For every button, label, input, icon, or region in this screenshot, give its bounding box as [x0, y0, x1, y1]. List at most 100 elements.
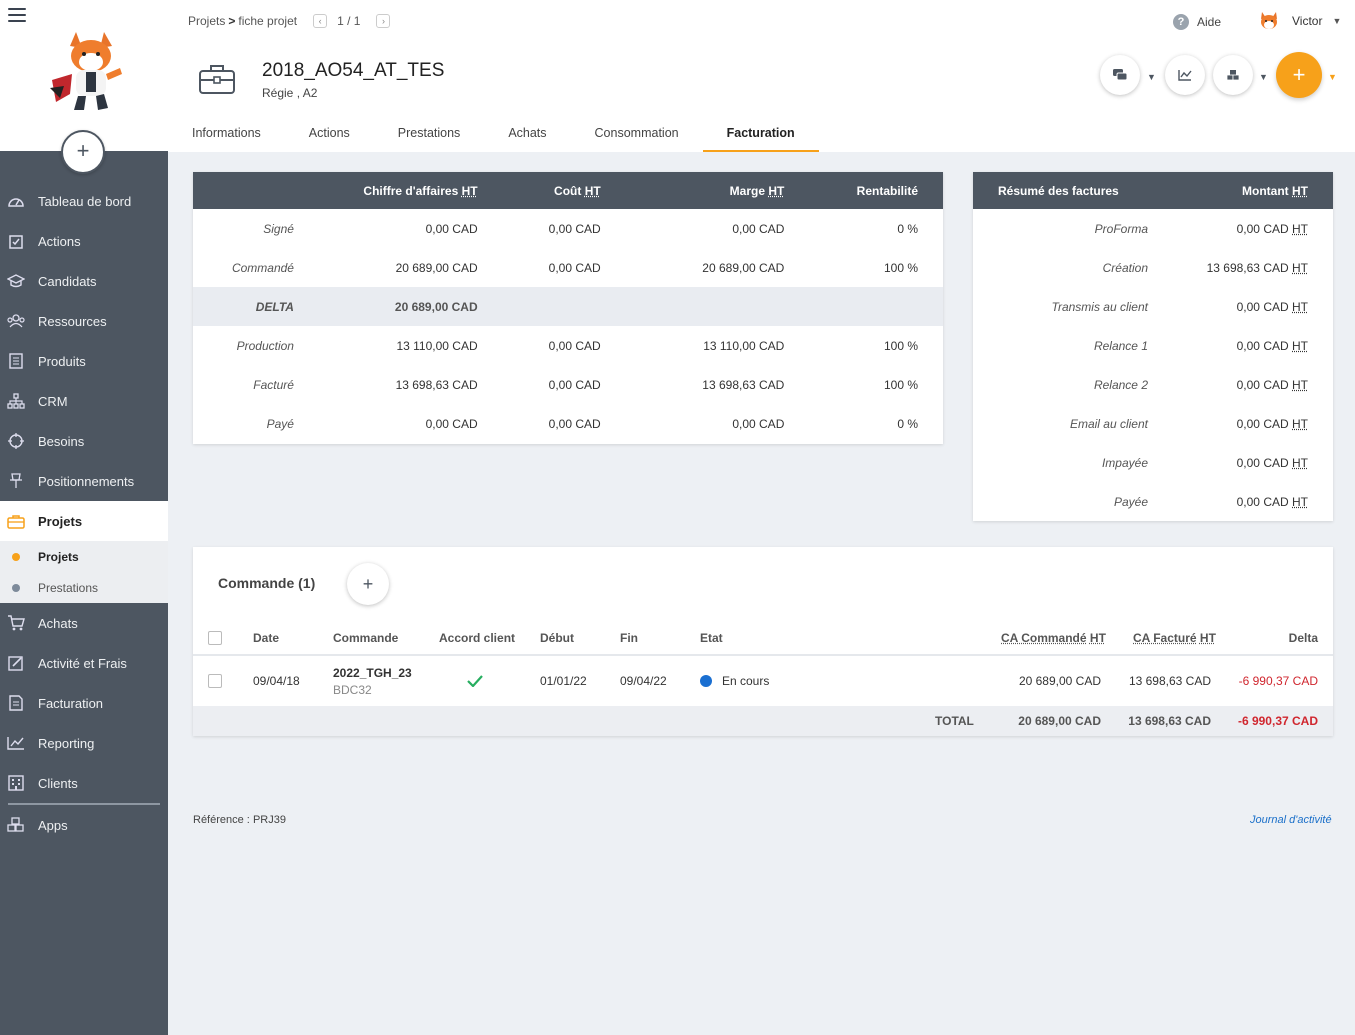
positioning-icon	[6, 472, 26, 490]
clients-icon	[6, 774, 26, 792]
invoice-summary-table: Résumé des factures Montant HT ProForma 0…	[973, 172, 1333, 521]
tab-consommation[interactable]: Consommation	[571, 118, 703, 152]
sidebar-item-activite-et-frais[interactable]: Activité et Frais	[0, 643, 168, 683]
sidebar-subitem-label: Projets	[38, 549, 79, 564]
sidebar-item-label: Candidats	[38, 273, 97, 289]
cart-icon	[6, 614, 26, 632]
sidebar-header	[0, 0, 168, 151]
needs-icon	[6, 432, 26, 450]
add-order-button[interactable]: +	[347, 563, 389, 605]
tab-achats[interactable]: Achats	[484, 118, 570, 152]
cell-ca: 13 110,00 CAD	[396, 338, 478, 353]
amount-ht: HT	[1292, 260, 1308, 275]
header-debut[interactable]: Début	[540, 622, 574, 654]
apps-button[interactable]	[1213, 55, 1253, 95]
header-delta[interactable]: Delta	[1289, 622, 1318, 654]
sidebar-item-produits[interactable]: Produits	[0, 341, 168, 381]
sidebar-add-button[interactable]: +	[61, 130, 105, 174]
sidebar-subitem-prestations[interactable]: Prestations	[0, 572, 168, 603]
sidebar-item-tableau-de-bord[interactable]: Tableau de bord	[0, 181, 168, 221]
cell-marge: 13 698,63 CAD	[702, 377, 785, 392]
breadcrumb-parent-link[interactable]: Projets	[188, 14, 225, 28]
sidebar-item-besoins[interactable]: Besoins	[0, 421, 168, 461]
page-count: 1 / 1	[337, 14, 361, 28]
checkmark-icon	[467, 656, 483, 706]
next-page-button[interactable]: ›	[376, 14, 391, 28]
reporting-button[interactable]	[1165, 55, 1205, 95]
header-ca-facture[interactable]: CA Facturé HT	[1133, 622, 1216, 654]
chevron-down-icon[interactable]: ▼	[1147, 72, 1156, 82]
header-montant: Montant HT	[1173, 184, 1333, 198]
amount-ht: HT	[1292, 416, 1308, 431]
cell-cout: 0,00 CAD	[548, 221, 601, 236]
sidebar-item-facturation[interactable]: Facturation	[0, 683, 168, 723]
sidebar-item-achats[interactable]: Achats	[0, 603, 168, 643]
amount-ht: HT	[1292, 299, 1308, 314]
tab-actions[interactable]: Actions	[285, 118, 374, 152]
sidebar-item-crm[interactable]: CRM	[0, 381, 168, 421]
header-fin[interactable]: Fin	[620, 622, 638, 654]
row-checkbox[interactable]	[208, 656, 222, 706]
help-link[interactable]: ? Aide	[1173, 14, 1221, 30]
tab-facturation[interactable]: Facturation	[702, 118, 819, 152]
dashboard-icon	[6, 192, 26, 210]
table-row: Payé 0,00 CAD 0,00 CAD 0,00 CAD 0 %	[193, 404, 943, 443]
tab-prestations[interactable]: Prestations	[374, 118, 485, 152]
sidebar-nav: Tableau de bord Actions Candidats Ressou…	[0, 181, 168, 845]
sidebar-item-clients[interactable]: Clients	[0, 763, 168, 803]
cell-commande[interactable]: 2022_TGH_23 BDC32	[333, 656, 412, 706]
sidebar-item-label: Apps	[38, 817, 68, 833]
sidebar-item-projets[interactable]: Projets	[0, 501, 168, 541]
cell-marge: 13 110,00 CAD	[703, 338, 785, 353]
project-code: A2	[302, 86, 318, 100]
chevron-down-icon[interactable]: ▼	[1259, 72, 1268, 82]
prev-page-button[interactable]: ‹	[313, 14, 328, 28]
amount-value: 0,00 CAD	[1236, 221, 1289, 236]
header-commande[interactable]: Commande	[333, 622, 398, 654]
header-accord[interactable]: Accord client	[439, 622, 515, 654]
row-label: ProForma	[1094, 221, 1148, 236]
add-button[interactable]: +	[1276, 52, 1322, 98]
header-ca-commande[interactable]: CA Commandé HT	[1001, 622, 1106, 654]
sidebar-item-label: Activité et Frais	[38, 655, 127, 671]
header-date[interactable]: Date	[253, 622, 279, 654]
table-row[interactable]: 09/04/18 2022_TGH_23 BDC32 01/01/22 09/0…	[193, 656, 1333, 706]
tab-informations[interactable]: Informations	[168, 118, 285, 152]
menu-icon[interactable]	[8, 8, 26, 22]
sidebar-item-apps[interactable]: Apps	[0, 805, 168, 845]
header-ca-commande-label: CA Commandé	[1001, 631, 1087, 645]
actions-icon	[6, 232, 26, 250]
sidebar-item-label: Produits	[38, 353, 86, 369]
user-menu[interactable]: Victor ▼	[1258, 10, 1341, 32]
table-header: Résumé des factures Montant HT	[973, 172, 1333, 209]
sidebar-item-label: Clients	[38, 775, 78, 791]
header-etat[interactable]: Etat	[700, 622, 723, 654]
cell-date: 09/04/18	[253, 674, 300, 688]
reference-label: Référence :	[193, 814, 250, 826]
amount-ht: HT	[1292, 494, 1308, 509]
order-number[interactable]: 2022_TGH_23	[333, 666, 412, 680]
header-ht: HT	[768, 183, 785, 198]
messages-button[interactable]	[1100, 55, 1140, 95]
select-all-checkbox[interactable]	[208, 622, 222, 654]
sidebar-item-reporting[interactable]: Reporting	[0, 723, 168, 763]
project-type: Régie ,	[262, 86, 301, 100]
header-ca-label: Chiffre d'affaires	[363, 183, 459, 198]
cell-ca: 13 698,63 CAD	[395, 377, 478, 392]
chevron-down-icon[interactable]: ▼	[1328, 72, 1337, 82]
table-row: Production 13 110,00 CAD 0,00 CAD 13 110…	[193, 326, 943, 365]
header-ht: HT	[584, 183, 601, 198]
sidebar-item-label: Positionnements	[38, 473, 135, 489]
activity-journal-link[interactable]: Journal d'activité	[1250, 814, 1332, 826]
project-reference: Référence : PRJ39	[193, 814, 286, 826]
sidebar-subitem-projets[interactable]: Projets	[0, 541, 168, 572]
sidebar-item-candidats[interactable]: Candidats	[0, 261, 168, 301]
sidebar-item-actions[interactable]: Actions	[0, 221, 168, 261]
user-avatar-icon	[1261, 12, 1277, 29]
sidebar-item-ressources[interactable]: Ressources	[0, 301, 168, 341]
sidebar-item-positionnements[interactable]: Positionnements	[0, 461, 168, 501]
table-row: ProForma 0,00 CAD HT	[973, 209, 1333, 248]
sidebar: + Tableau de bord Actions Candidats Ress…	[0, 0, 168, 1035]
amount-value: 0,00 CAD	[1236, 494, 1289, 509]
crm-icon	[6, 392, 26, 410]
